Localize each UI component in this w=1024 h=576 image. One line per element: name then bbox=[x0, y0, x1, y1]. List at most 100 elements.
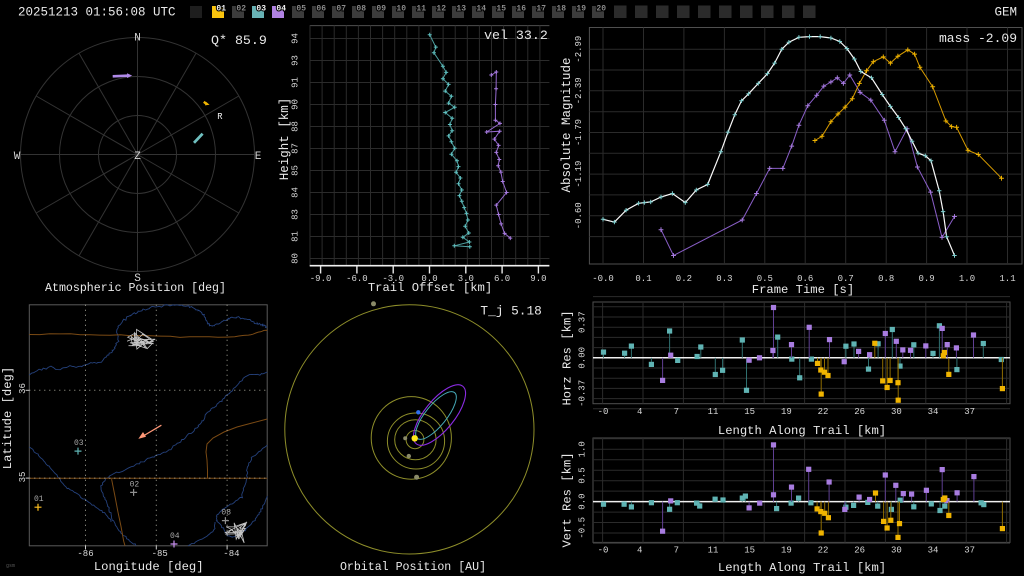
svg-text:-1.19: -1.19 bbox=[574, 161, 584, 188]
svg-text:Length Along Trail [km]: Length Along Trail [km] bbox=[718, 424, 886, 438]
svg-text:08: 08 bbox=[221, 509, 231, 518]
svg-text:1.0: 1.0 bbox=[578, 441, 588, 457]
svg-text:91: 91 bbox=[291, 77, 301, 88]
svg-text:15: 15 bbox=[496, 5, 506, 14]
svg-text:-0: -0 bbox=[598, 546, 609, 556]
svg-text:Absolute Magnitude: Absolute Magnitude bbox=[560, 57, 574, 192]
svg-text:20251213 01:56:08 UTC: 20251213 01:56:08 UTC bbox=[18, 6, 176, 20]
svg-text:0.00: 0.00 bbox=[578, 347, 588, 369]
svg-text:20: 20 bbox=[596, 5, 606, 14]
svg-text:19: 19 bbox=[781, 546, 792, 556]
svg-text:7: 7 bbox=[674, 546, 679, 556]
svg-text:22: 22 bbox=[818, 407, 829, 417]
svg-text:13: 13 bbox=[456, 5, 466, 14]
svg-text:Orbital Position [AU]: Orbital Position [AU] bbox=[340, 561, 486, 574]
svg-text:-1.79: -1.79 bbox=[574, 119, 584, 146]
svg-text:-0: -0 bbox=[598, 407, 609, 417]
svg-text:12: 12 bbox=[436, 5, 446, 14]
svg-text:15: 15 bbox=[744, 407, 755, 417]
svg-text:Longitude [deg]: Longitude [deg] bbox=[94, 560, 204, 574]
svg-text:-85: -85 bbox=[152, 549, 168, 559]
svg-text:30: 30 bbox=[891, 546, 902, 556]
svg-text:0.9: 0.9 bbox=[918, 274, 934, 284]
svg-text:7: 7 bbox=[674, 407, 679, 417]
svg-text:09: 09 bbox=[376, 5, 386, 14]
svg-text:37: 37 bbox=[964, 407, 975, 417]
svg-text:Vert Res [km]: Vert Res [km] bbox=[561, 452, 575, 547]
svg-text:16: 16 bbox=[516, 5, 526, 14]
svg-text:93: 93 bbox=[291, 55, 301, 66]
svg-text:-6.0: -6.0 bbox=[346, 274, 368, 284]
svg-text:0.5: 0.5 bbox=[578, 467, 588, 483]
svg-text:81: 81 bbox=[291, 231, 301, 242]
svg-text:19: 19 bbox=[576, 5, 586, 14]
svg-text:14: 14 bbox=[476, 5, 486, 14]
svg-text:03: 03 bbox=[74, 439, 84, 448]
svg-text:-0.0: -0.0 bbox=[592, 274, 614, 284]
svg-text:22: 22 bbox=[818, 546, 829, 556]
svg-text:-0.5: -0.5 bbox=[578, 517, 588, 539]
svg-text:90: 90 bbox=[291, 99, 301, 110]
svg-text:85: 85 bbox=[291, 165, 301, 176]
svg-text:11: 11 bbox=[416, 5, 426, 14]
svg-text:88: 88 bbox=[291, 121, 301, 132]
svg-text:35: 35 bbox=[18, 472, 28, 483]
svg-text:GEM: GEM bbox=[994, 6, 1017, 20]
svg-text:-9.0: -9.0 bbox=[310, 274, 332, 284]
svg-text:08: 08 bbox=[356, 5, 366, 14]
svg-text:9.0: 9.0 bbox=[530, 274, 546, 284]
svg-text:0.2: 0.2 bbox=[676, 274, 692, 284]
svg-text:04: 04 bbox=[170, 532, 180, 541]
svg-text:0.3: 0.3 bbox=[716, 274, 732, 284]
svg-text:19: 19 bbox=[781, 407, 792, 417]
svg-text:Length Along Trail [km]: Length Along Trail [km] bbox=[718, 561, 886, 575]
svg-text:05: 05 bbox=[296, 5, 306, 14]
svg-text:26: 26 bbox=[854, 407, 865, 417]
svg-text:26: 26 bbox=[854, 546, 865, 556]
svg-text:34: 34 bbox=[928, 407, 939, 417]
svg-text:Height [km]: Height [km] bbox=[278, 98, 292, 181]
svg-text:Latitude [deg]: Latitude [deg] bbox=[1, 367, 15, 469]
svg-text:Atmospheric Position [deg]: Atmospheric Position [deg] bbox=[45, 282, 226, 295]
svg-text:-0.37: -0.37 bbox=[578, 380, 588, 407]
svg-text:-84: -84 bbox=[223, 549, 239, 559]
svg-text:0.1: 0.1 bbox=[635, 274, 651, 284]
svg-text:04: 04 bbox=[276, 5, 286, 14]
svg-text:94: 94 bbox=[291, 33, 301, 44]
svg-text:N: N bbox=[134, 33, 141, 45]
svg-text:-2.99: -2.99 bbox=[574, 36, 584, 63]
svg-text:E: E bbox=[255, 151, 262, 163]
svg-text:R: R bbox=[217, 112, 223, 122]
svg-text:07: 07 bbox=[336, 5, 346, 14]
svg-text:Horz Res [km]: Horz Res [km] bbox=[561, 310, 575, 405]
svg-text:11: 11 bbox=[708, 546, 719, 556]
svg-text:06: 06 bbox=[316, 5, 326, 14]
svg-text:vel 33.2: vel 33.2 bbox=[484, 28, 548, 43]
svg-text:80: 80 bbox=[291, 253, 301, 264]
svg-text:6.0: 6.0 bbox=[494, 274, 510, 284]
svg-text:Frame Time [s]: Frame Time [s] bbox=[752, 283, 854, 297]
svg-text:37: 37 bbox=[964, 546, 975, 556]
svg-text:-0.60: -0.60 bbox=[574, 202, 584, 229]
svg-text:02: 02 bbox=[236, 5, 246, 14]
svg-text:36: 36 bbox=[18, 383, 28, 394]
svg-text:83: 83 bbox=[291, 209, 301, 220]
svg-text:-86: -86 bbox=[77, 549, 93, 559]
svg-text:10: 10 bbox=[396, 5, 406, 14]
svg-text:Q* 85.9: Q* 85.9 bbox=[211, 33, 267, 48]
svg-text:84: 84 bbox=[291, 187, 301, 198]
svg-text:18: 18 bbox=[556, 5, 566, 14]
svg-text:34: 34 bbox=[928, 546, 939, 556]
svg-text:1.0: 1.0 bbox=[959, 274, 975, 284]
svg-text:mass -2.09: mass -2.09 bbox=[939, 31, 1017, 46]
svg-text:0.37: 0.37 bbox=[578, 311, 588, 333]
svg-text:15: 15 bbox=[744, 546, 755, 556]
svg-text:17: 17 bbox=[536, 5, 546, 14]
svg-text:-2.39: -2.39 bbox=[574, 77, 584, 104]
svg-text:02: 02 bbox=[130, 480, 140, 489]
svg-text:4: 4 bbox=[637, 546, 642, 556]
svg-text:01: 01 bbox=[216, 5, 226, 14]
svg-text:0.8: 0.8 bbox=[878, 274, 894, 284]
svg-text:4: 4 bbox=[637, 407, 642, 417]
svg-text:T_j 5.18: T_j 5.18 bbox=[480, 304, 541, 319]
